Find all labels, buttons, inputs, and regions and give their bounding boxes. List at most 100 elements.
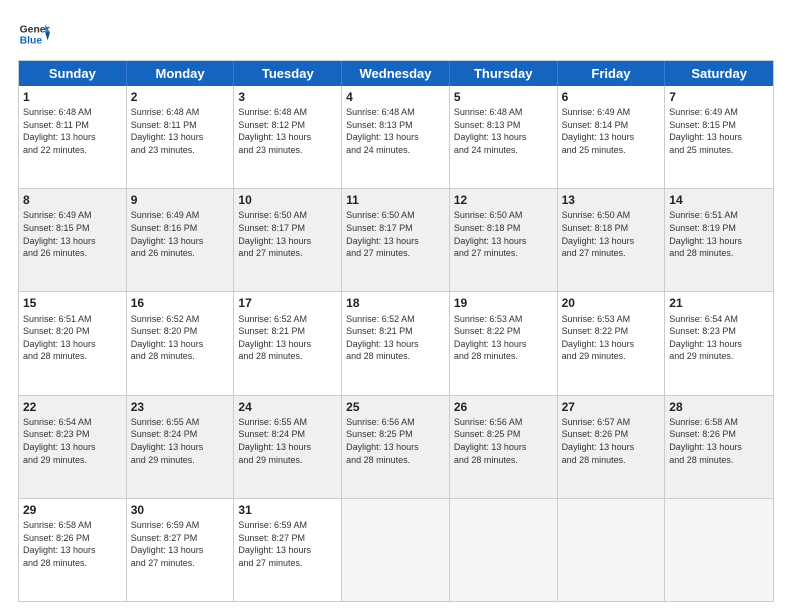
- page-header: General Blue: [18, 18, 774, 50]
- day-number: 15: [23, 295, 122, 311]
- day-info: Sunrise: 6:48 AM Sunset: 8:12 PM Dayligh…: [238, 106, 337, 156]
- header-day-thursday: Thursday: [450, 61, 558, 86]
- calendar-row-2: 8Sunrise: 6:49 AM Sunset: 8:15 PM Daylig…: [19, 188, 773, 291]
- svg-text:Blue: Blue: [20, 36, 43, 47]
- day-cell-8: 8Sunrise: 6:49 AM Sunset: 8:15 PM Daylig…: [19, 189, 127, 291]
- day-cell-31: 31Sunrise: 6:59 AM Sunset: 8:27 PM Dayli…: [234, 499, 342, 601]
- day-number: 6: [562, 89, 661, 105]
- empty-cell: [558, 499, 666, 601]
- calendar: SundayMondayTuesdayWednesdayThursdayFrid…: [18, 60, 774, 602]
- day-cell-26: 26Sunrise: 6:56 AM Sunset: 8:25 PM Dayli…: [450, 396, 558, 498]
- day-cell-18: 18 Sunrise: 6:52 AM Sunset: 8:21 PM Dayli…: [342, 292, 450, 394]
- day-cell-9: 9Sunrise: 6:49 AM Sunset: 8:16 PM Daylig…: [127, 189, 235, 291]
- day-info: Sunrise: 6:58 AM Sunset: 8:26 PM Dayligh…: [23, 519, 122, 569]
- day-info: Sunrise: 6:56 AM Sunset: 8:25 PM Dayligh…: [346, 416, 445, 466]
- day-info: Sunrise: 6:53 AM Sunset: 8:22 PM Dayligh…: [562, 313, 661, 363]
- day-cell-16: 16 Sunrise: 6:52 AM Sunset: 8:20 PM Dayli…: [127, 292, 235, 394]
- day-cell-5: 5Sunrise: 6:48 AM Sunset: 8:13 PM Daylig…: [450, 86, 558, 188]
- day-number: 20: [562, 295, 661, 311]
- calendar-body: 1 Sunrise: 6:48 AM Sunset: 8:11 PM Daylig…: [19, 86, 773, 601]
- day-info: Sunrise: 6:52 AM Sunset: 8:20 PM Dayligh…: [131, 313, 230, 363]
- day-cell-2: 2Sunrise: 6:48 AM Sunset: 8:11 PM Daylig…: [127, 86, 235, 188]
- day-cell-12: 12Sunrise: 6:50 AM Sunset: 8:18 PM Dayli…: [450, 189, 558, 291]
- day-info: Sunrise: 6:57 AM Sunset: 8:26 PM Dayligh…: [562, 416, 661, 466]
- day-number: 7: [669, 89, 769, 105]
- header-day-friday: Friday: [558, 61, 666, 86]
- day-cell-11: 11Sunrise: 6:50 AM Sunset: 8:17 PM Dayli…: [342, 189, 450, 291]
- day-info: Sunrise: 6:48 AM Sunset: 8:11 PM Dayligh…: [131, 106, 230, 156]
- day-info: Sunrise: 6:48 AM Sunset: 8:13 PM Dayligh…: [454, 106, 553, 156]
- day-info: Sunrise: 6:49 AM Sunset: 8:15 PM Dayligh…: [669, 106, 769, 156]
- day-info: Sunrise: 6:53 AM Sunset: 8:22 PM Dayligh…: [454, 313, 553, 363]
- day-number: 24: [238, 399, 337, 415]
- calendar-row-4: 22Sunrise: 6:54 AM Sunset: 8:23 PM Dayli…: [19, 395, 773, 498]
- empty-cell: [342, 499, 450, 601]
- day-number: 3: [238, 89, 337, 105]
- day-info: Sunrise: 6:50 AM Sunset: 8:18 PM Dayligh…: [454, 209, 553, 259]
- day-info: Sunrise: 6:59 AM Sunset: 8:27 PM Dayligh…: [131, 519, 230, 569]
- day-cell-4: 4Sunrise: 6:48 AM Sunset: 8:13 PM Daylig…: [342, 86, 450, 188]
- day-cell-28: 28Sunrise: 6:58 AM Sunset: 8:26 PM Dayli…: [665, 396, 773, 498]
- empty-cell: [450, 499, 558, 601]
- day-info: Sunrise: 6:49 AM Sunset: 8:14 PM Dayligh…: [562, 106, 661, 156]
- day-cell-24: 24Sunrise: 6:55 AM Sunset: 8:24 PM Dayli…: [234, 396, 342, 498]
- day-number: 13: [562, 192, 661, 208]
- day-info: Sunrise: 6:48 AM Sunset: 8:13 PM Dayligh…: [346, 106, 445, 156]
- day-info: Sunrise: 6:51 AM Sunset: 8:20 PM Dayligh…: [23, 313, 122, 363]
- day-cell-20: 20 Sunrise: 6:53 AM Sunset: 8:22 PM Dayli…: [558, 292, 666, 394]
- day-number: 27: [562, 399, 661, 415]
- day-cell-15: 15 Sunrise: 6:51 AM Sunset: 8:20 PM Dayli…: [19, 292, 127, 394]
- day-cell-17: 17Sunrise: 6:52 AM Sunset: 8:21 PM Dayli…: [234, 292, 342, 394]
- day-cell-29: 29Sunrise: 6:58 AM Sunset: 8:26 PM Dayli…: [19, 499, 127, 601]
- day-info: Sunrise: 6:50 AM Sunset: 8:17 PM Dayligh…: [346, 209, 445, 259]
- day-cell-22: 22Sunrise: 6:54 AM Sunset: 8:23 PM Dayli…: [19, 396, 127, 498]
- day-number: 11: [346, 192, 445, 208]
- day-info: Sunrise: 6:51 AM Sunset: 8:19 PM Dayligh…: [669, 209, 769, 259]
- day-number: 31: [238, 502, 337, 518]
- day-cell-25: 25Sunrise: 6:56 AM Sunset: 8:25 PM Dayli…: [342, 396, 450, 498]
- header-day-tuesday: Tuesday: [234, 61, 342, 86]
- calendar-row-5: 29Sunrise: 6:58 AM Sunset: 8:26 PM Dayli…: [19, 498, 773, 601]
- day-number: 22: [23, 399, 122, 415]
- day-info: Sunrise: 6:52 AM Sunset: 8:21 PM Dayligh…: [346, 313, 445, 363]
- day-cell-27: 27Sunrise: 6:57 AM Sunset: 8:26 PM Dayli…: [558, 396, 666, 498]
- day-number: 5: [454, 89, 553, 105]
- day-number: 12: [454, 192, 553, 208]
- day-number: 16: [131, 295, 230, 311]
- day-number: 17: [238, 295, 337, 311]
- logo-icon: General Blue: [18, 18, 50, 50]
- logo: General Blue: [18, 18, 50, 50]
- day-cell-7: 7Sunrise: 6:49 AM Sunset: 8:15 PM Daylig…: [665, 86, 773, 188]
- day-number: 19: [454, 295, 553, 311]
- day-number: 2: [131, 89, 230, 105]
- day-number: 18: [346, 295, 445, 311]
- day-cell-23: 23Sunrise: 6:55 AM Sunset: 8:24 PM Dayli…: [127, 396, 235, 498]
- day-cell-30: 30Sunrise: 6:59 AM Sunset: 8:27 PM Dayli…: [127, 499, 235, 601]
- day-info: Sunrise: 6:56 AM Sunset: 8:25 PM Dayligh…: [454, 416, 553, 466]
- day-info: Sunrise: 6:49 AM Sunset: 8:16 PM Dayligh…: [131, 209, 230, 259]
- day-cell-3: 3Sunrise: 6:48 AM Sunset: 8:12 PM Daylig…: [234, 86, 342, 188]
- calendar-row-3: 15 Sunrise: 6:51 AM Sunset: 8:20 PM Dayli…: [19, 291, 773, 394]
- day-number: 14: [669, 192, 769, 208]
- calendar-header: SundayMondayTuesdayWednesdayThursdayFrid…: [19, 61, 773, 86]
- day-number: 30: [131, 502, 230, 518]
- day-number: 1: [23, 89, 122, 105]
- day-number: 23: [131, 399, 230, 415]
- day-cell-6: 6Sunrise: 6:49 AM Sunset: 8:14 PM Daylig…: [558, 86, 666, 188]
- day-info: Sunrise: 6:49 AM Sunset: 8:15 PM Dayligh…: [23, 209, 122, 259]
- day-number: 26: [454, 399, 553, 415]
- day-cell-1: 1Sunrise: 6:48 AM Sunset: 8:11 PM Daylig…: [19, 86, 127, 188]
- header-day-monday: Monday: [127, 61, 235, 86]
- day-info: Sunrise: 6:50 AM Sunset: 8:18 PM Dayligh…: [562, 209, 661, 259]
- day-number: 4: [346, 89, 445, 105]
- header-day-saturday: Saturday: [665, 61, 773, 86]
- day-info: Sunrise: 6:50 AM Sunset: 8:17 PM Dayligh…: [238, 209, 337, 259]
- day-cell-14: 14Sunrise: 6:51 AM Sunset: 8:19 PM Dayli…: [665, 189, 773, 291]
- day-info: Sunrise: 6:54 AM Sunset: 8:23 PM Dayligh…: [669, 313, 769, 363]
- day-number: 25: [346, 399, 445, 415]
- day-info: Sunrise: 6:55 AM Sunset: 8:24 PM Dayligh…: [238, 416, 337, 466]
- header-day-sunday: Sunday: [19, 61, 127, 86]
- day-cell-19: 19 Sunrise: 6:53 AM Sunset: 8:22 PM Dayli…: [450, 292, 558, 394]
- day-number: 9: [131, 192, 230, 208]
- day-number: 8: [23, 192, 122, 208]
